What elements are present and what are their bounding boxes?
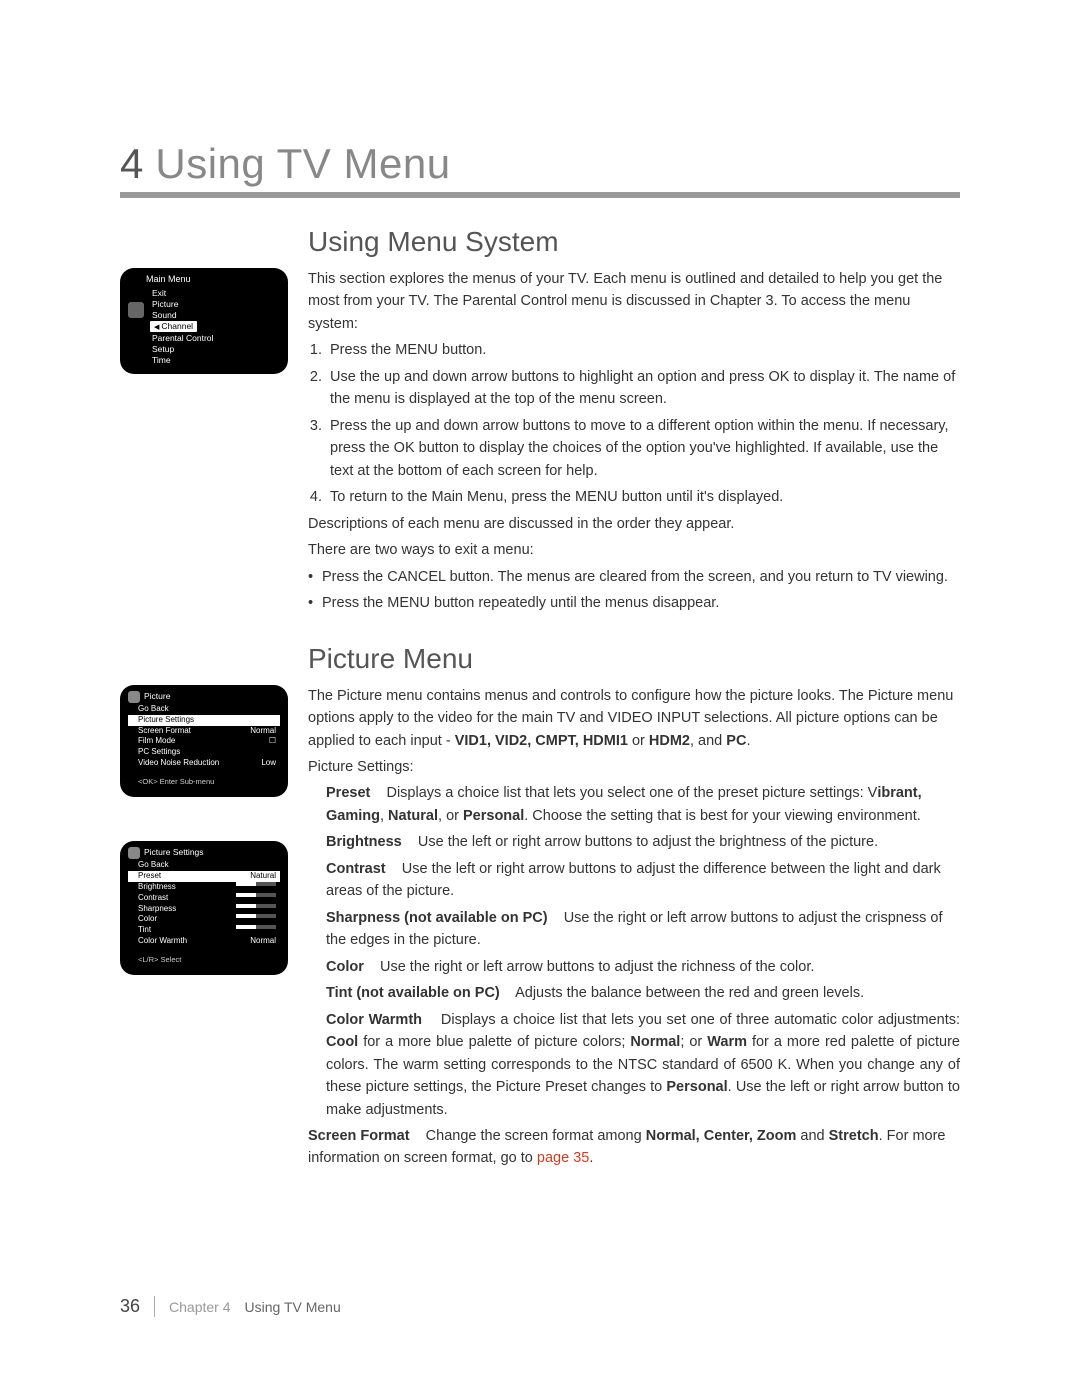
inputs-list: PC xyxy=(726,733,746,749)
thumb2-highlight: Picture Settings xyxy=(128,715,280,726)
thumb-item: Time xyxy=(150,355,280,366)
desc-text: Descriptions of each menu are discussed … xyxy=(308,513,960,535)
thumb2-goback: Go Back xyxy=(128,704,280,715)
thumb3-row: Tint xyxy=(128,925,280,936)
inputs-list: HDM2 xyxy=(649,733,690,749)
thumb3-highlight: PresetNatural xyxy=(128,871,280,882)
brightness-item: Brightness Use the left or right arrow b… xyxy=(308,831,960,853)
thumb3-row: Color WarmthNormal xyxy=(128,936,280,947)
picture-settings-label: Picture Settings: xyxy=(308,756,960,778)
step-2: Use the up and down arrow buttons to hig… xyxy=(326,366,960,411)
thumb3-title: Picture Settings xyxy=(128,847,280,858)
footer-chapter-name: Using TV Menu xyxy=(245,1299,341,1315)
exit-intro: There are two ways to exit a menu: xyxy=(308,539,960,561)
exit-bullet-2: Press the MENU button repeatedly until t… xyxy=(322,592,960,614)
intro-text: This section explores the menus of your … xyxy=(308,268,960,335)
thumb-item: Parental Control xyxy=(150,333,280,344)
thumb2-title: Picture xyxy=(128,691,280,702)
thumb3-row: Sharpness xyxy=(128,904,280,915)
inputs-list: VID1, VID2, CMPT, HDMI1 xyxy=(455,733,628,749)
page-footer: 36 Chapter 4 Using TV Menu xyxy=(120,1296,341,1317)
thumb-item: Setup xyxy=(150,344,280,355)
thumb2-row: Video Noise ReductionLow xyxy=(128,758,280,769)
page-number: 36 xyxy=(120,1296,155,1317)
screen-format-item: Screen Format Change the screen format a… xyxy=(308,1125,960,1170)
thumb2-row: PC Settings xyxy=(128,747,280,758)
section-title-using-menu: Using Menu System xyxy=(308,226,960,258)
section2-body: The Picture menu contains menus and cont… xyxy=(308,685,960,1174)
preset-item: Preset Displays a choice list that lets … xyxy=(308,782,960,827)
thumb2-footer: <OK> Enter Sub-menu xyxy=(128,777,280,787)
slider-icon xyxy=(236,914,276,918)
section-title-picture-menu: Picture Menu xyxy=(308,643,960,675)
picture-settings-thumbnail: Picture Settings Go Back PresetNatural B… xyxy=(120,841,288,975)
exit-bullet-1: Press the CANCEL button. The menus are c… xyxy=(322,566,960,588)
picture-intro: The Picture menu contains menus and cont… xyxy=(308,685,960,752)
slider-icon xyxy=(236,925,276,929)
thumb3-row: Color xyxy=(128,914,280,925)
footer-chapter-label: Chapter 4 xyxy=(169,1299,230,1315)
color-warmth-item: Color Warmth Displays a choice list that… xyxy=(308,1009,960,1121)
contrast-item: Contrast Use the left or right arrow but… xyxy=(308,858,960,903)
person-icon xyxy=(128,691,140,703)
section1-body: This section explores the menus of your … xyxy=(308,268,960,619)
thumb3-row: Brightness xyxy=(128,882,280,893)
thumb-title: Main Menu xyxy=(128,274,280,286)
slider-icon xyxy=(236,893,276,897)
thumb3-goback: Go Back xyxy=(128,860,280,871)
person-icon xyxy=(128,847,140,859)
color-item: Color Use the right or left arrow button… xyxy=(308,956,960,978)
chapter-title: Using TV Menu xyxy=(155,140,450,188)
picture-menu-thumbnail: Picture Go Back Picture Settings Screen … xyxy=(120,685,288,797)
main-menu-thumbnail: Main Menu Exit Picture Sound Channel Par… xyxy=(120,268,288,374)
thumb2-row: Film Mode☐ xyxy=(128,736,280,747)
slider-icon xyxy=(236,882,276,886)
thumb-item: Picture xyxy=(150,299,280,310)
tint-item: Tint (not available on PC) Adjusts the b… xyxy=(308,982,960,1004)
tv-icon xyxy=(128,302,144,318)
thumb-item: Exit xyxy=(150,288,280,299)
chapter-header: 4 Using TV Menu xyxy=(120,140,960,198)
thumb3-footer: <L/R> Select xyxy=(128,955,280,965)
thumb-item: Sound xyxy=(150,310,280,321)
thumb3-row: Contrast xyxy=(128,893,280,904)
step-1: Press the MENU button. xyxy=(326,339,960,361)
page-link[interactable]: page 35 xyxy=(537,1150,589,1166)
sharpness-item: Sharpness (not available on PC) Use the … xyxy=(308,907,960,952)
thumb-item-highlighted: Channel xyxy=(150,321,197,332)
step-4: To return to the Main Menu, press the ME… xyxy=(326,486,960,508)
step-3: Press the up and down arrow buttons to m… xyxy=(326,415,960,482)
chapter-number: 4 xyxy=(120,140,143,188)
thumb2-row: Screen FormatNormal xyxy=(128,726,280,737)
slider-icon xyxy=(236,904,276,908)
